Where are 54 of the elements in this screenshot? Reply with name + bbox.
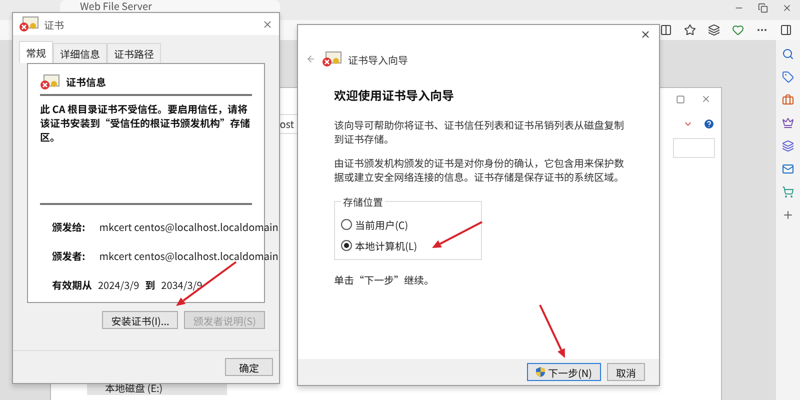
- group-legend: 存储位置: [341, 194, 385, 209]
- validity-to-label: 到: [145, 277, 156, 292]
- search-icon[interactable]: [782, 48, 794, 60]
- ok-button[interactable]: 确定: [225, 358, 273, 376]
- add-icon[interactable]: [782, 209, 794, 221]
- wizard-title: 证书导入向导: [348, 52, 408, 66]
- close-icon[interactable]: [701, 94, 711, 104]
- tab[interactable]: 证书路径: [107, 43, 161, 63]
- toolbox-icon[interactable]: [782, 94, 794, 106]
- shield-icon: [536, 367, 545, 377]
- help-icon[interactable]: [703, 118, 715, 130]
- field-label: 颁发者:: [52, 248, 86, 263]
- annotation-arrow: [432, 221, 482, 248]
- certificate-warning-icon: [40, 74, 60, 90]
- annotation-arrow: [539, 304, 565, 358]
- field-value: mkcert centos@localhost.localdomain: [99, 248, 278, 263]
- radio-option[interactable]: 本地计算机(L): [341, 238, 475, 253]
- close-icon[interactable]: [782, 3, 792, 13]
- wizard-paragraph: 由证书颁发机构颁发的证书是对你身份的确认，它包含用来保护数据或建立安全网络连接的信息。证书存储是保存证书的系统区域。: [334, 156, 625, 184]
- cart-icon[interactable]: [782, 186, 794, 198]
- radio-button[interactable]: [341, 219, 352, 230]
- copilot-icon[interactable]: [782, 140, 794, 152]
- maximize-icon[interactable]: [676, 94, 685, 104]
- split-screen-icon[interactable]: [660, 24, 672, 36]
- dialog-button[interactable]: 安装证书(I)...: [102, 311, 178, 329]
- heart-icon[interactable]: [732, 24, 744, 36]
- wizard-heading: 欢迎使用证书导入向导: [334, 87, 456, 104]
- back-arrow-icon[interactable]: [306, 54, 316, 64]
- tab[interactable]: 常规: [19, 41, 53, 63]
- search-field[interactable]: [673, 138, 715, 158]
- certificate-warning-icon: [322, 51, 342, 67]
- chess-icon[interactable]: [782, 117, 794, 129]
- valid-from: 2024/3/9: [98, 277, 140, 292]
- radio-button[interactable]: [341, 240, 352, 251]
- sidebar-toggle-icon[interactable]: [780, 24, 792, 36]
- certificate-warning-icon: [19, 16, 39, 32]
- restore-icon[interactable]: [758, 3, 768, 13]
- cancel-button[interactable]: 取消: [607, 363, 645, 381]
- close-icon[interactable]: [262, 18, 273, 30]
- collections-icon[interactable]: [708, 24, 720, 36]
- wizard-paragraph: 该向导可帮助你将证书、证书信任列表和证书吊销列表从磁盘复制到证书存储。: [334, 118, 625, 146]
- info-heading: 证书信息: [66, 75, 106, 89]
- next-button[interactable]: 下一步(N): [527, 363, 601, 381]
- field-value: mkcert centos@localhost.localdomain: [99, 219, 278, 234]
- trust-warning: 此 CA 根目录证书不受信任。要启用信任，请将该证书安装到“受信任的根证书颁发机构”存储区。: [40, 102, 251, 144]
- validity-label: 有效期从: [52, 277, 92, 292]
- mail-icon[interactable]: [782, 163, 794, 175]
- favorites-star-icon[interactable]: [684, 24, 696, 36]
- radio-option[interactable]: 当前用户(C): [341, 217, 475, 232]
- field-label: 颁发给:: [52, 219, 86, 234]
- tab[interactable]: 详细信息: [53, 43, 107, 63]
- valid-to: 2034/3/9: [161, 277, 202, 292]
- tag-icon[interactable]: [782, 71, 794, 83]
- continue-hint: 单击“下一步”继续。: [334, 272, 435, 287]
